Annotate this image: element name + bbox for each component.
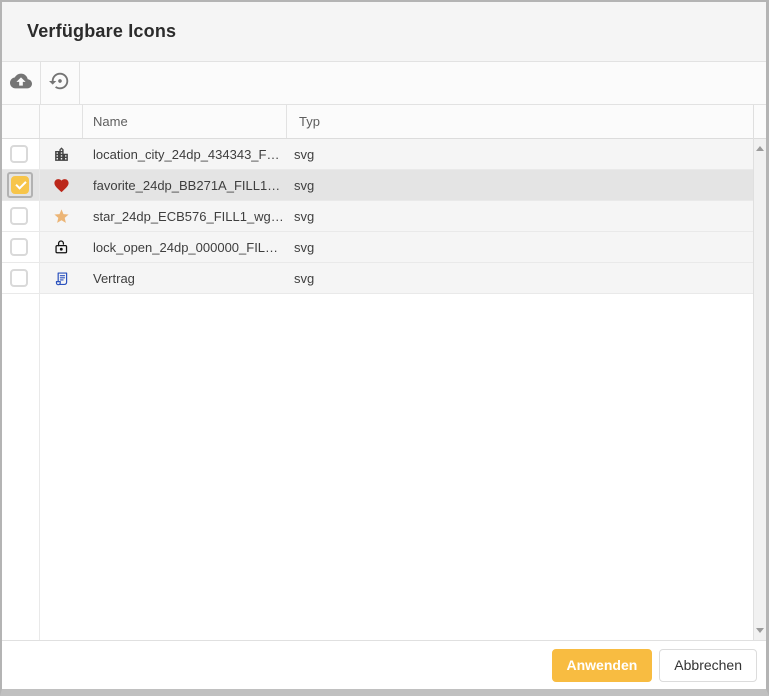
star-icon: [40, 201, 83, 231]
row-checkbox[interactable]: [10, 238, 28, 256]
row-typ: svg: [287, 139, 753, 169]
row-typ: svg: [287, 170, 753, 200]
vertical-scrollbar[interactable]: [753, 105, 766, 640]
available-icons-dialog: Verfügbare Icons Name Typ: [0, 0, 769, 696]
row-checkbox-cell: [2, 139, 40, 169]
dialog-title: Verfügbare Icons: [27, 21, 176, 42]
dialog-footer: Anwenden Abbrechen: [2, 640, 766, 689]
scroll-down-arrow[interactable]: [756, 628, 764, 633]
row-checkbox[interactable]: [10, 207, 28, 225]
upload-icon-button[interactable]: [2, 62, 41, 104]
row-name: location_city_24dp_434343_F…: [83, 139, 287, 169]
scroll-up-arrow[interactable]: [756, 146, 764, 151]
scrollbar-track[interactable]: [754, 139, 766, 640]
row-checkbox-cell: [2, 263, 40, 293]
apply-button[interactable]: Anwenden: [552, 649, 653, 682]
table-header-row: Name Typ: [2, 105, 753, 139]
dialog-titlebar: Verfügbare Icons: [2, 2, 766, 62]
contract-icon: [40, 263, 83, 293]
checkbox-column-filler: [2, 294, 40, 640]
row-typ: svg: [287, 263, 753, 293]
row-name: star_24dp_ECB576_FILL1_wg…: [83, 201, 287, 231]
row-checkbox-cell: [2, 201, 40, 231]
restore-button[interactable]: [41, 62, 80, 104]
dialog-content: Name Typ location_city_24dp_434343_F…svg…: [2, 105, 766, 640]
table-body: location_city_24dp_434343_F…svg favorite…: [2, 139, 753, 294]
icons-table: Name Typ location_city_24dp_434343_F…svg…: [2, 105, 753, 640]
column-header-typ: Typ: [287, 105, 753, 138]
scrollbar-header-spacer: [754, 105, 766, 139]
row-checkbox[interactable]: [10, 269, 28, 287]
column-header-checkbox: [2, 105, 40, 138]
row-checkbox[interactable]: [10, 145, 28, 163]
column-header-name: Name: [83, 105, 287, 138]
row-checkbox-cell: [2, 232, 40, 262]
lock-open-icon: [40, 232, 83, 262]
table-row[interactable]: Vertragsvg: [2, 263, 753, 294]
row-typ: svg: [287, 232, 753, 262]
heart-icon: [40, 170, 83, 200]
table-row[interactable]: location_city_24dp_434343_F…svg: [2, 139, 753, 170]
row-name: favorite_24dp_BB271A_FILL1…: [83, 170, 287, 200]
table-empty-area: [2, 294, 753, 640]
table-row[interactable]: lock_open_24dp_000000_FIL…svg: [2, 232, 753, 263]
building-icon: [40, 139, 83, 169]
row-checkbox-cell: [2, 170, 40, 200]
row-checkbox[interactable]: [11, 176, 29, 194]
row-name: Vertrag: [83, 263, 287, 293]
cancel-button[interactable]: Abbrechen: [659, 649, 757, 682]
table-row[interactable]: star_24dp_ECB576_FILL1_wg…svg: [2, 201, 753, 232]
column-header-icon: [40, 105, 83, 138]
row-typ: svg: [287, 201, 753, 231]
empty-filler: [40, 294, 753, 640]
toolbar: [2, 62, 766, 105]
checkbox-focus-ring: [7, 172, 33, 198]
row-name: lock_open_24dp_000000_FIL…: [83, 232, 287, 262]
cloud-upload-icon: [10, 70, 32, 97]
backup-restore-icon: [49, 70, 71, 97]
table-row[interactable]: favorite_24dp_BB271A_FILL1…svg: [2, 170, 753, 201]
